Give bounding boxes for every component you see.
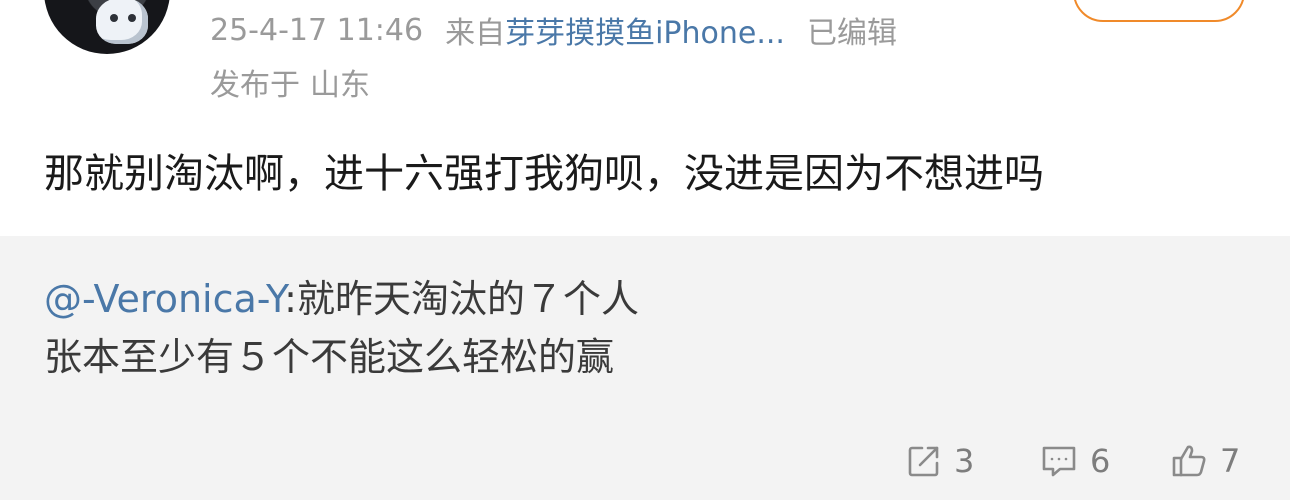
repost-icon (908, 446, 939, 477)
weibo-comment-card: 25-4-17 11:46 来自 芽芽摸摸鱼iPhone... 已编辑 发布于 … (0, 0, 1290, 500)
comment-button[interactable]: 6 (1040, 436, 1110, 486)
post-location: 发布于 山东 (210, 60, 370, 104)
follow-button[interactable] (1073, 0, 1245, 22)
repost-count: 3 (954, 442, 975, 480)
quoted-line-1: @-Veronica-Y:就昨天淘汰的７个人 (44, 270, 639, 328)
avatar[interactable] (44, 0, 170, 54)
like-button[interactable]: 7 (1170, 436, 1240, 486)
avatar-eye-left (110, 14, 118, 22)
source-link[interactable]: 芽芽摸摸鱼iPhone... (505, 8, 785, 52)
quoted-post-text: @-Veronica-Y:就昨天淘汰的７个人 张本至少有５个不能这么轻松的赢 (44, 270, 639, 386)
post-meta: 25-4-17 11:46 来自 芽芽摸摸鱼iPhone... 已编辑 (210, 8, 897, 52)
comment-icon (1042, 446, 1076, 477)
mention-link[interactable]: @-Veronica-Y (44, 277, 284, 321)
quoted-post[interactable]: @-Veronica-Y:就昨天淘汰的７个人 张本至少有５个不能这么轻松的赢 3… (0, 236, 1290, 500)
comment-text: 那就别淘汰啊，进十六强打我狗呗，没进是因为不想进吗 (44, 151, 1044, 197)
post-timestamp: 25-4-17 11:46 (210, 12, 424, 48)
quoted-line-2: 张本至少有５个不能这么轻松的赢 (44, 335, 615, 379)
avatar-eye-right (128, 14, 136, 22)
repost-button[interactable]: 3 (906, 436, 974, 486)
like-icon (1172, 445, 1206, 477)
location-value: 山东 (310, 68, 370, 103)
edited-label: 已编辑 (806, 16, 897, 51)
source-prefix: 来自 (445, 16, 506, 51)
location-prefix: 发布于 (210, 68, 300, 103)
quoted-line-1-text: :就昨天淘汰的７个人 (284, 277, 639, 321)
avatar-figure (96, 0, 148, 44)
comment-count: 6 (1090, 442, 1111, 480)
like-count: 7 (1220, 442, 1241, 480)
